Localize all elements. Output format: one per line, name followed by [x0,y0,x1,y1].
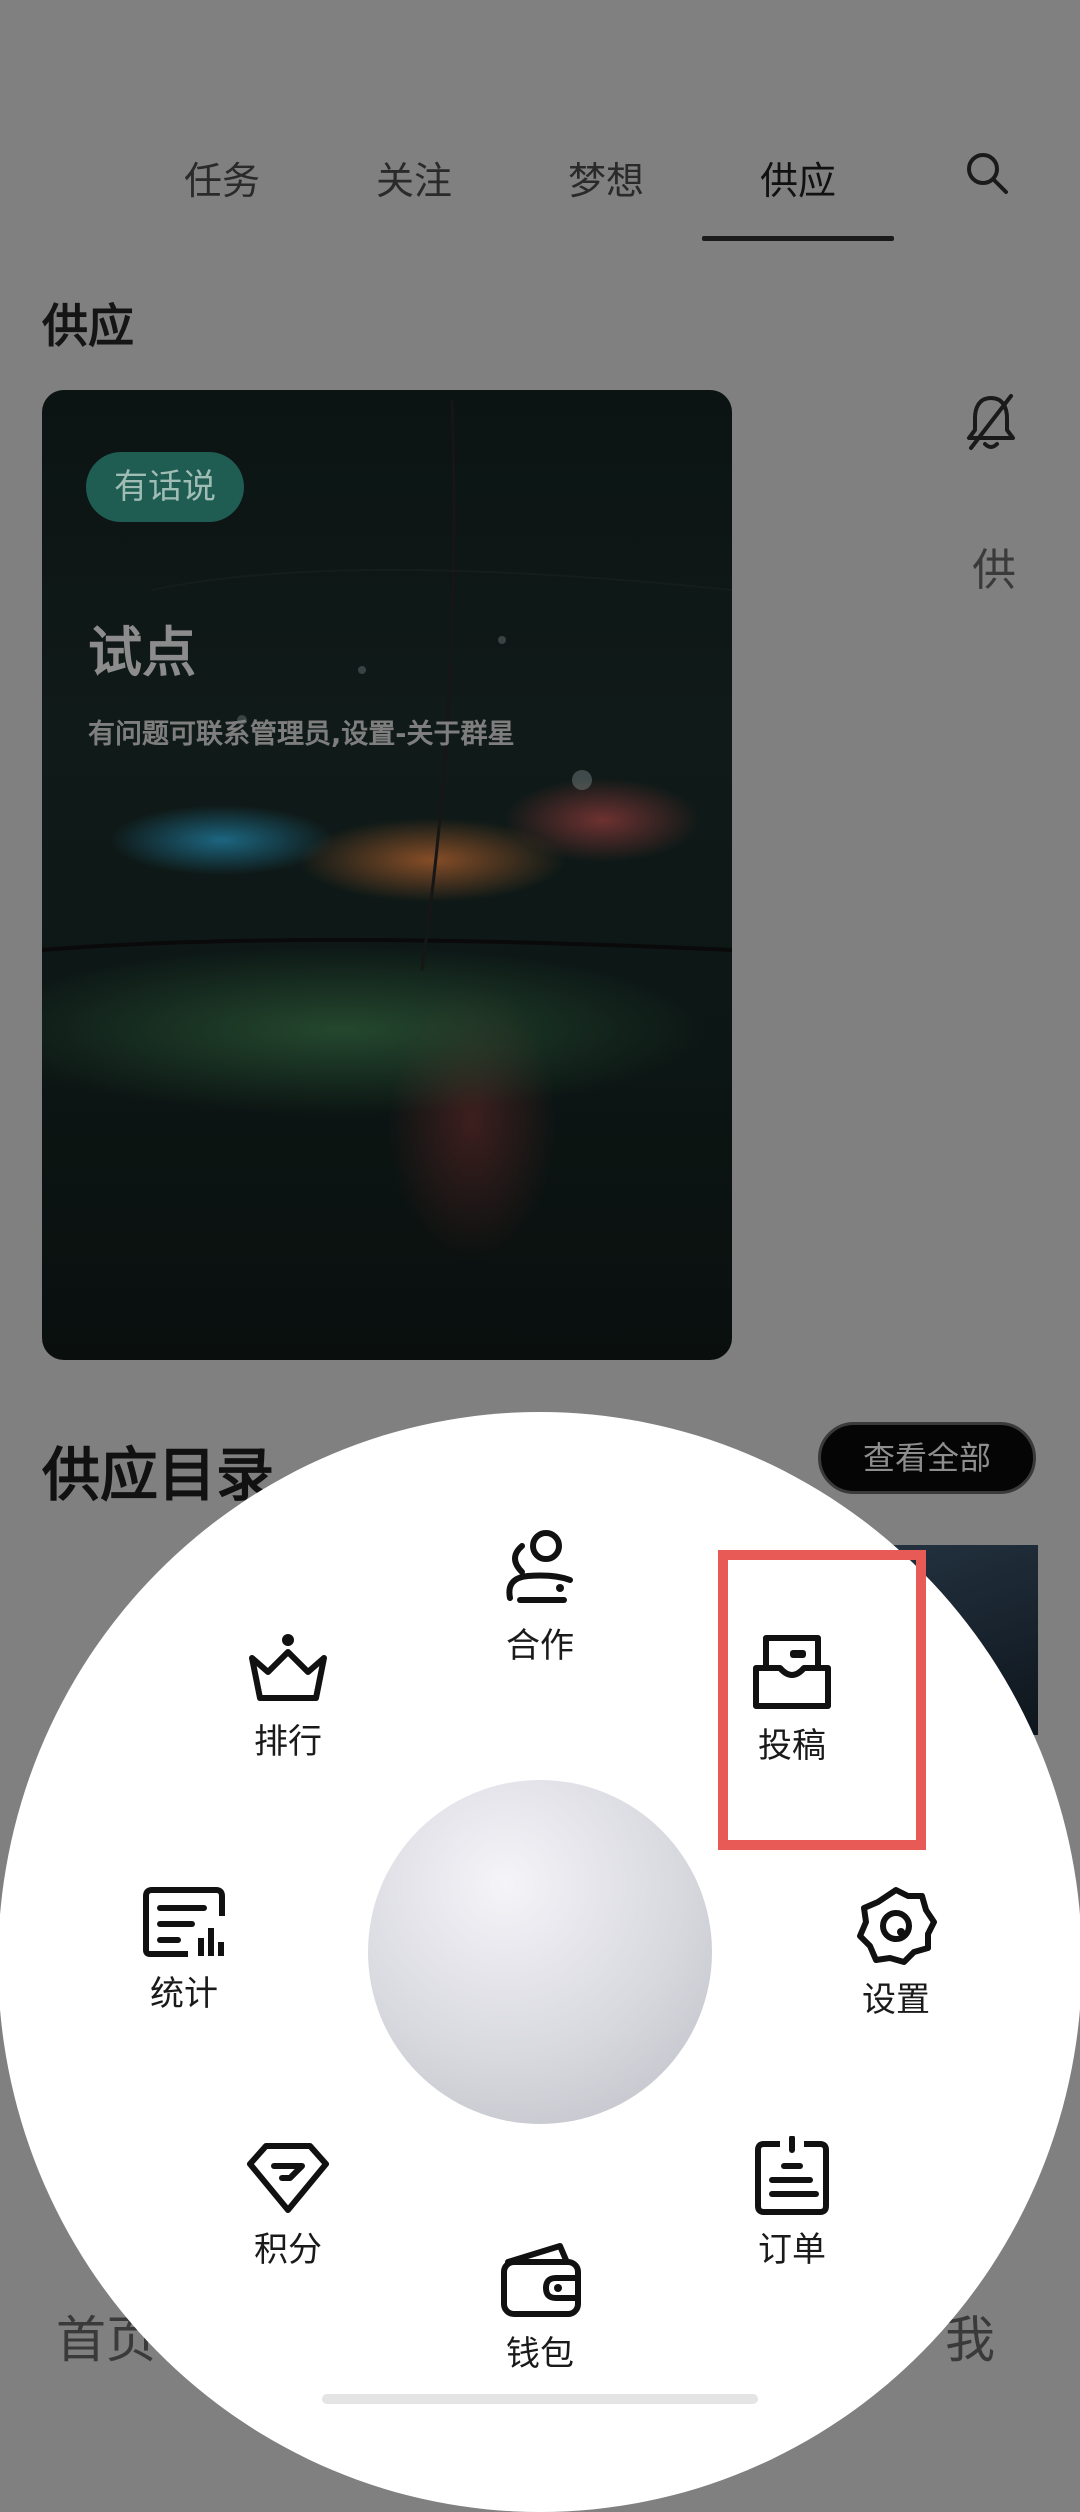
menu-label: 钱包 [506,2334,574,2374]
menu-label: 合作 [506,1626,574,1666]
tab-follow[interactable]: 关注 [376,150,452,205]
gear-icon [857,1887,937,1965]
menu-wallet[interactable]: 钱包 [470,2240,610,2375]
menu-points[interactable]: 积分 [218,2140,358,2271]
hero-card[interactable]: 有话说 试点 有问题可联系管理员,设置-关于群星 [42,390,732,1360]
menu-label: 订单 [758,2230,826,2270]
diamond-icon [247,2143,329,2213]
side-tab-label[interactable]: 供 [972,534,1016,598]
tab-dreams[interactable]: 梦想 [568,150,644,205]
crown-icon [249,1634,327,1701]
menu-label: 积分 [254,2230,322,2270]
radial-menu-center-button[interactable] [368,1780,712,2124]
menu-label: 排行 [254,1722,322,1762]
stats-icon [143,1887,225,1957]
home-indicator [322,2394,758,2404]
tab-tasks[interactable]: 任务 [184,150,260,205]
menu-ranking[interactable]: 排行 [218,1632,358,1763]
menu-settings[interactable]: 设置 [826,1886,966,2021]
active-tab-indicator [702,236,894,241]
tab-supply[interactable]: 供应 [760,150,836,205]
bell-off-icon[interactable] [965,392,1017,454]
search-icon[interactable] [962,148,1012,198]
hero-badge[interactable]: 有话说 [86,452,244,522]
menu-label: 设置 [862,1980,930,2020]
section-title: 供应 [42,299,134,353]
menu-label: 统计 [150,1974,218,2014]
menu-orders[interactable]: 订单 [722,2136,862,2271]
hero-title: 试点 [88,621,196,684]
wallet-icon [501,2243,581,2317]
catalog-title: 供应目录 [42,1441,275,1509]
order-clipboard-icon [755,2136,829,2215]
hero-subtitle: 有问题可联系管理员,设置-关于群星 [88,719,515,750]
view-all-button[interactable]: 查看全部 [818,1422,1036,1494]
cooperate-icon [506,1530,573,1603]
umbrella-rain-image [42,399,732,971]
menu-cooperate[interactable]: 合作 [470,1528,610,1667]
menu-stats[interactable]: 统计 [114,1886,254,2015]
highlight-box [718,1550,926,1850]
